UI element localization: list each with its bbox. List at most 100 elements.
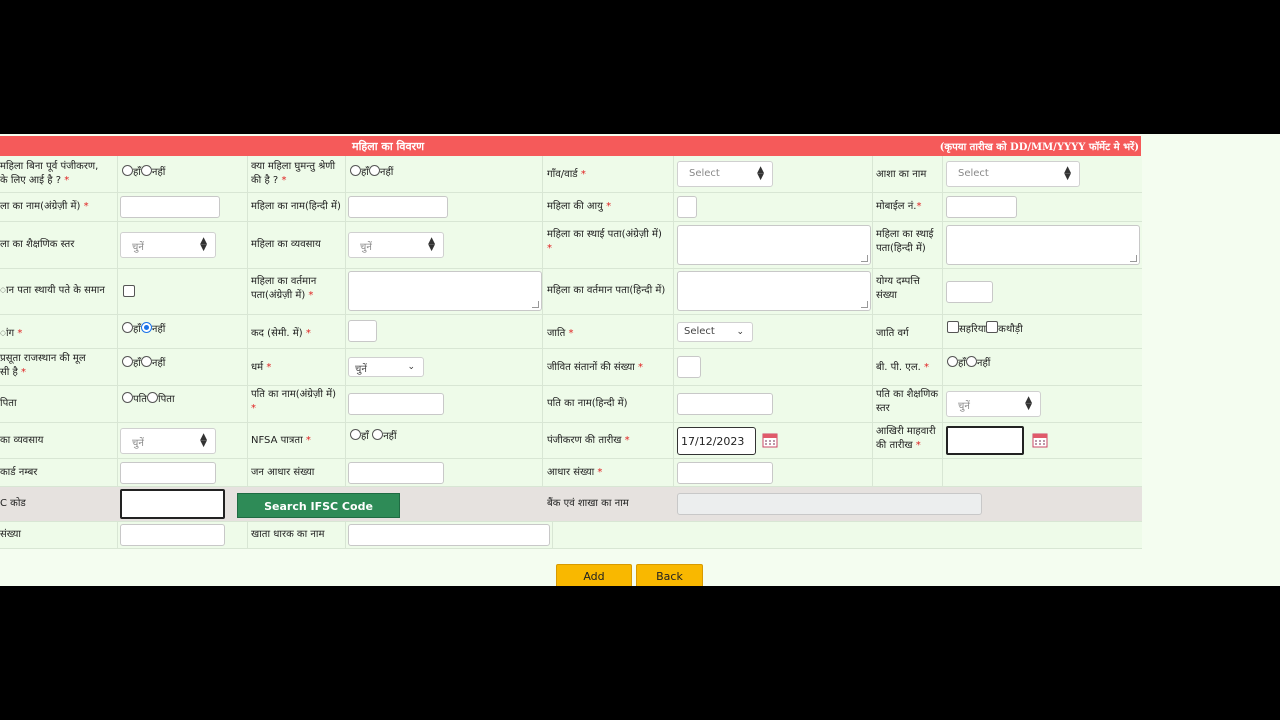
field-label: पिता — [0, 398, 17, 409]
field-label: प्रसूता राजस्थान की मूल सी है * — [0, 353, 86, 378]
age-input[interactable] — [677, 196, 697, 218]
account-number-input[interactable] — [120, 524, 225, 546]
disabled-radio-group: हाँ नहीं — [122, 321, 165, 335]
updown-icon: ▲ ▼ — [200, 432, 207, 449]
no-radio[interactable] — [140, 356, 152, 367]
bank-row: C कोड Search IFSC Code बैंक एवं शाखा का … — [0, 487, 1142, 522]
field-label: ला का नाम(अंग्रेज़ी में) * — [0, 201, 89, 212]
aadhaar-input[interactable] — [677, 462, 773, 484]
field-label: आखिरी माहवारी की तारीख * — [876, 426, 936, 451]
religion-select[interactable]: चुनें ⌄ — [348, 357, 424, 377]
field-label: महिला का स्थाई पता(हिन्दी में) — [876, 229, 934, 254]
registration-date-input[interactable]: 17/12/2023 — [677, 427, 756, 455]
field-label: पति का नाम(अंग्रेज़ी में) * — [251, 389, 336, 414]
husband-name-english-input[interactable] — [348, 393, 444, 415]
chevron-down-icon: ⌄ — [736, 327, 744, 337]
yes-radio[interactable] — [947, 356, 958, 367]
search-ifsc-button[interactable]: Search IFSC Code — [237, 493, 400, 518]
caste-category-checkboxes: सहरिया कथौड़ी — [947, 321, 1023, 335]
no-radio[interactable] — [140, 165, 152, 176]
form-row: ला का नाम(अंग्रेज़ी में) * महिला का नाम(… — [0, 193, 1142, 222]
name-hindi-input[interactable] — [348, 196, 448, 218]
field-label: जाति * — [547, 328, 574, 339]
field-label: NFSA पात्रता * — [251, 435, 311, 446]
no-radio[interactable] — [372, 429, 384, 440]
form-row: पिता पति पिता पति का नाम(अंग्रेज़ी में) * … — [0, 386, 1142, 423]
field-label: महिला बिना पूर्व पंजीकरण, के लिए आई है ? … — [0, 161, 99, 186]
mobile-input[interactable] — [946, 196, 1017, 218]
form-row: ांग * हाँ नहीं कद (सेमी. में) * जाति * Se… — [0, 315, 1142, 349]
asha-select[interactable]: Select ▲ ▼ — [946, 161, 1080, 187]
field-label: C कोड — [0, 498, 26, 509]
field-label: जीवित संतानों की संख्या * — [547, 362, 644, 373]
field-label: महिला का वर्तमान पता(अंग्रेज़ी में) * — [251, 276, 317, 301]
sahariya-checkbox[interactable] — [947, 321, 959, 333]
current-address-hindi-textarea[interactable] — [677, 271, 871, 311]
calendar-icon[interactable] — [762, 432, 778, 448]
occupation-select[interactable]: चुनें ▲ ▼ — [348, 232, 444, 258]
woman-details-form: महिला बिना पूर्व पंजीकरण, के लिए आई है ? … — [0, 156, 1142, 549]
yes-radio[interactable] — [350, 165, 361, 176]
section-header: महिला का विवरण (कृपया तारीख को DD/MM/YYY… — [0, 136, 1141, 156]
updown-icon: ▲ ▼ — [200, 236, 207, 253]
form-row: ान पता स्थायी पते के समान महिला का वर्तम… — [0, 269, 1142, 315]
guardian-radio-group: पति पिता — [122, 391, 175, 405]
husband-occupation-select[interactable]: चुनें ▲ ▼ — [120, 428, 216, 454]
field-label: संख्या — [0, 529, 21, 540]
no-radio[interactable] — [368, 165, 380, 176]
husband-radio[interactable] — [122, 392, 133, 403]
jan-aadhaar-input[interactable] — [348, 462, 444, 484]
native-radio-group: हाँ नहीं — [122, 355, 165, 369]
field-label: ांग * — [0, 328, 23, 339]
field-label: पति का नाम(हिन्दी में) — [547, 398, 628, 409]
field-label: बैंक एवं शाखा का नाम — [547, 498, 629, 509]
field-label: मोबाईल नं.* — [876, 201, 922, 212]
form-row: महिला बिना पूर्व पंजीकरण, के लिए आई है ? … — [0, 156, 1142, 193]
lmp-date-input[interactable] — [946, 426, 1024, 455]
date-format-note: (कृपया तारीख को DD/MM/YYYY फॉर्मेट मे भर… — [939, 142, 1139, 153]
yes-radio[interactable] — [122, 356, 133, 367]
field-label: बी. पी. एल. * — [876, 362, 929, 373]
account-holder-name-input[interactable] — [348, 524, 550, 546]
height-input[interactable] — [348, 320, 377, 342]
husband-name-hindi-input[interactable] — [677, 393, 773, 415]
name-english-input[interactable] — [120, 196, 220, 218]
no-radio[interactable] — [965, 356, 977, 367]
same-address-checkbox[interactable] — [123, 285, 135, 297]
yes-radio[interactable] — [350, 429, 361, 440]
bpl-radio-group: हाँ नहीं — [947, 355, 990, 369]
field-label: गाँव/वार्ड * — [547, 169, 586, 180]
permanent-address-hindi-textarea[interactable] — [946, 225, 1140, 265]
yes-radio[interactable] — [122, 322, 133, 333]
eligible-couple-number-input[interactable] — [946, 281, 993, 303]
no-radio-selected[interactable] — [140, 322, 152, 333]
nfsa-radio-group: हाँ नहीं — [350, 428, 397, 442]
kathodi-checkbox[interactable] — [986, 321, 999, 333]
updown-icon: ▲ ▼ — [428, 236, 435, 253]
add-button[interactable]: Add — [556, 564, 632, 586]
field-label: महिला का व्यवसाय — [251, 239, 321, 250]
field-label: ान पता स्थायी पते के समान — [0, 285, 105, 296]
field-label: आशा का नाम — [876, 169, 927, 180]
education-select[interactable]: चुनें ▲ ▼ — [120, 232, 216, 258]
field-label: खाता धारक का नाम — [251, 529, 325, 540]
caste-select[interactable]: Select ⌄ — [677, 322, 753, 342]
calendar-icon[interactable] — [1032, 432, 1048, 448]
field-label: जन आधार संख्या — [251, 467, 315, 478]
ifsc-input[interactable] — [120, 489, 225, 519]
current-address-english-textarea[interactable] — [348, 271, 542, 311]
walkin-radio-group: हाँ नहीं — [122, 164, 165, 178]
yes-radio[interactable] — [122, 165, 133, 176]
section-title: महिला का विवरण — [352, 140, 425, 153]
village-select[interactable]: Select ▲ ▼ — [677, 161, 773, 187]
husband-education-select[interactable]: चुनें ▲ ▼ — [946, 391, 1041, 417]
father-radio[interactable] — [146, 392, 158, 403]
living-children-input[interactable] — [677, 356, 701, 378]
back-button[interactable]: Back — [636, 564, 703, 586]
chevron-down-icon: ⌄ — [407, 362, 415, 372]
field-label: कद (सेमी. में) * — [251, 328, 311, 339]
field-label: कार्ड नम्बर — [0, 467, 38, 478]
updown-icon: ▲ ▼ — [1025, 395, 1032, 412]
permanent-address-english-textarea[interactable] — [677, 225, 871, 265]
card-number-input[interactable] — [120, 462, 216, 484]
